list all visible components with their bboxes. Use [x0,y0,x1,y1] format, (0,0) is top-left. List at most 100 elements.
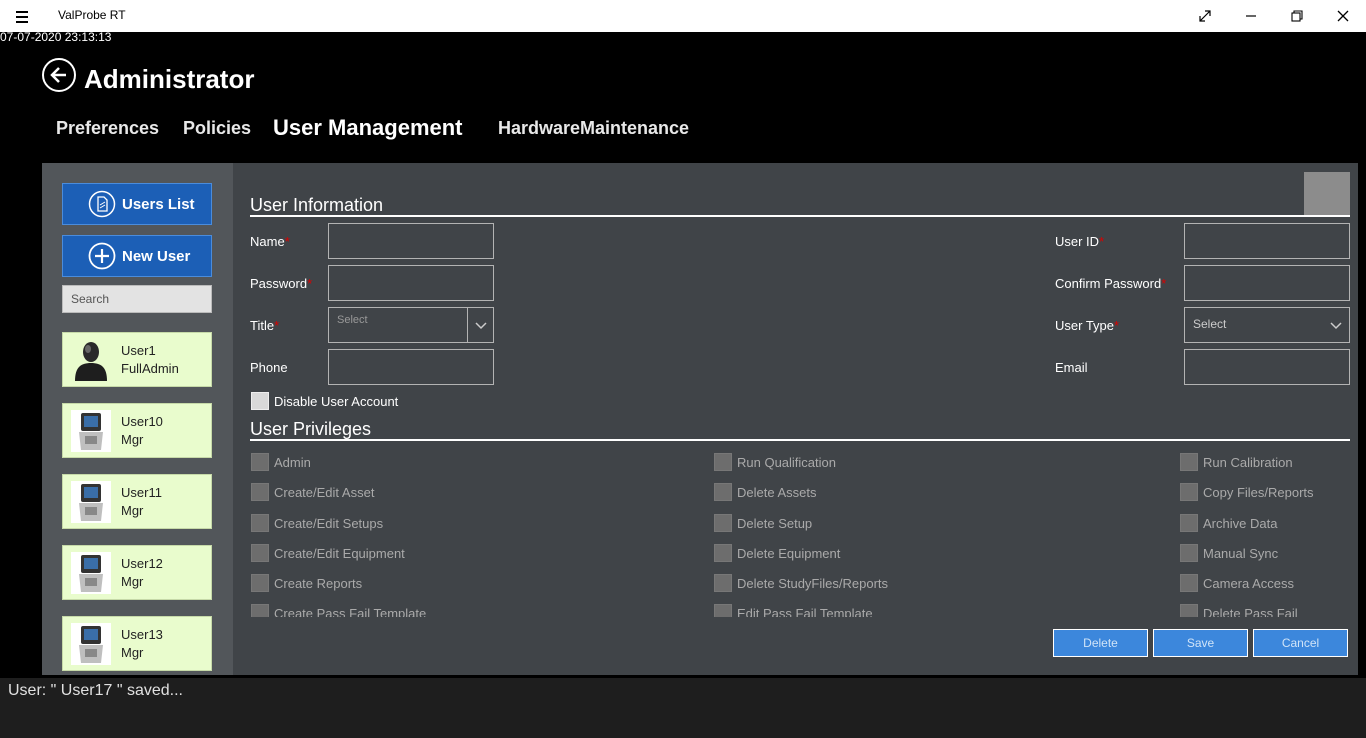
main-panel: Users List New User Search User1 FullAdm… [42,163,1358,675]
privilege-checkbox[interactable] [1180,544,1198,562]
confirm-password-field[interactable] [1184,265,1350,301]
section-divider [250,215,1350,217]
tab-preferences[interactable]: Preferences [56,118,159,139]
search-input[interactable]: Search [62,285,212,313]
status-bar: User: " User17 " saved... [0,678,1366,738]
user-card[interactable]: User1 FullAdmin [62,332,212,387]
tab-user-management[interactable]: User Management [273,115,463,141]
privilege-label: Create/Edit Setups [274,516,384,531]
tab-hardware-maintenance[interactable]: HardwareMaintenance [498,118,689,139]
chevron-down-icon [475,322,487,330]
privilege-label: Archive Data [1203,516,1278,531]
email-field[interactable] [1184,349,1350,385]
user-role: Mgr [121,432,144,447]
privilege-checkbox[interactable] [1180,514,1198,532]
confirm-password-label: Confirm Password* [1055,276,1167,291]
app-title: ValProbe RT [58,8,126,22]
hamburger-menu-icon[interactable] [14,8,32,24]
privilege-label: Delete StudyFiles/Reports [737,576,889,591]
privilege-label: Run Qualification [737,455,836,470]
device-avatar-icon [71,410,111,452]
sidebar: Users List New User Search User1 FullAdm… [42,163,233,675]
privilege-checkbox[interactable] [251,574,269,592]
back-button[interactable] [42,58,76,92]
title-bar: ValProbe RT [0,0,1366,32]
device-avatar-icon [71,552,111,594]
privilege-checkbox[interactable] [1180,453,1198,471]
user-name: User1 [121,343,156,358]
privilege-checkbox[interactable] [251,483,269,501]
user-name: User13 [121,627,163,642]
required-marker: * [307,276,313,291]
password-label: Password* [250,276,313,291]
tab-policies[interactable]: Policies [183,118,251,139]
user-card[interactable]: User12 Mgr [62,545,212,600]
user-type-select-value: Select [1193,317,1227,331]
email-label: Email [1055,360,1088,375]
delete-button[interactable]: Delete [1053,629,1148,657]
password-field[interactable] [328,265,494,301]
status-message: User: " User17 " saved... [8,682,183,699]
plus-circle-icon [88,242,116,270]
privilege-label: Delete Setup [737,516,813,531]
minimize-icon[interactable] [1228,0,1274,32]
users-list-button[interactable]: Users List [62,183,212,225]
privilege-checkbox[interactable] [714,574,732,592]
privilege-checkbox[interactable] [714,604,732,617]
cancel-button[interactable]: Cancel [1253,629,1348,657]
close-icon[interactable] [1320,0,1366,32]
privilege-label: Delete Assets [737,485,817,500]
phone-field[interactable] [328,349,494,385]
privilege-checkbox[interactable] [1180,574,1198,592]
privilege-checkbox[interactable] [251,514,269,532]
user-information-heading: User Information [250,195,384,215]
users-list-label: Users List [122,195,195,213]
person-avatar-icon [75,342,107,381]
title-select[interactable]: Select [328,307,494,343]
user-type-label: User Type* [1055,318,1120,333]
restore-icon[interactable] [1274,0,1320,32]
privilege-label: Delete Equipment [737,546,841,561]
user-role: Mgr [121,503,144,518]
disable-account-checkbox[interactable] [251,392,269,410]
privilege-checkbox[interactable] [251,453,269,471]
privilege-checkbox[interactable] [714,483,732,501]
name-field[interactable] [328,223,494,259]
privileges-list[interactable]: Admin Create/Edit Asset Create/Edit Setu… [250,448,1350,617]
privilege-checkbox[interactable] [714,544,732,562]
arrow-left-icon [50,67,66,83]
privilege-label: Copy Files/Reports [1203,485,1314,500]
user-id-field[interactable] [1184,223,1350,259]
privilege-checkbox[interactable] [714,453,732,471]
privilege-checkbox[interactable] [251,544,269,562]
privilege-checkbox[interactable] [714,514,732,532]
privilege-label: Delete Pass Fail Template [1203,606,1298,617]
privilege-label: Run Calibration [1203,455,1293,470]
new-user-button[interactable]: New User [62,235,212,277]
privilege-checkbox[interactable] [251,604,269,617]
privilege-label: Create Reports [274,576,363,591]
save-button[interactable]: Save [1153,629,1248,657]
timestamp: 07-07-2020 23:13:13 [0,30,112,44]
new-user-label: New User [122,247,191,265]
user-name: User12 [121,556,163,571]
chevron-down-icon [1330,322,1342,330]
privilege-label: Manual Sync [1203,546,1279,561]
privilege-label: Camera Access [1203,576,1295,591]
section-divider [250,439,1350,441]
document-icon [88,190,116,218]
user-type-select[interactable]: Select [1184,307,1350,343]
user-role: Mgr [121,645,144,660]
privilege-checkbox[interactable] [1180,604,1198,617]
fullscreen-icon[interactable] [1182,0,1228,32]
user-card[interactable]: User13 Mgr [62,616,212,671]
required-marker: * [1114,318,1120,333]
user-card[interactable]: User10 Mgr [62,403,212,458]
privilege-checkbox[interactable] [1180,483,1198,501]
user-name: User11 [121,485,162,500]
user-photo-placeholder[interactable] [1304,172,1350,216]
user-privileges-heading: User Privileges [250,419,372,439]
privilege-label: Create/Edit Asset [274,485,375,500]
user-card[interactable]: User11 Mgr [62,474,212,529]
privilege-label: Create/Edit Equipment [274,546,405,561]
